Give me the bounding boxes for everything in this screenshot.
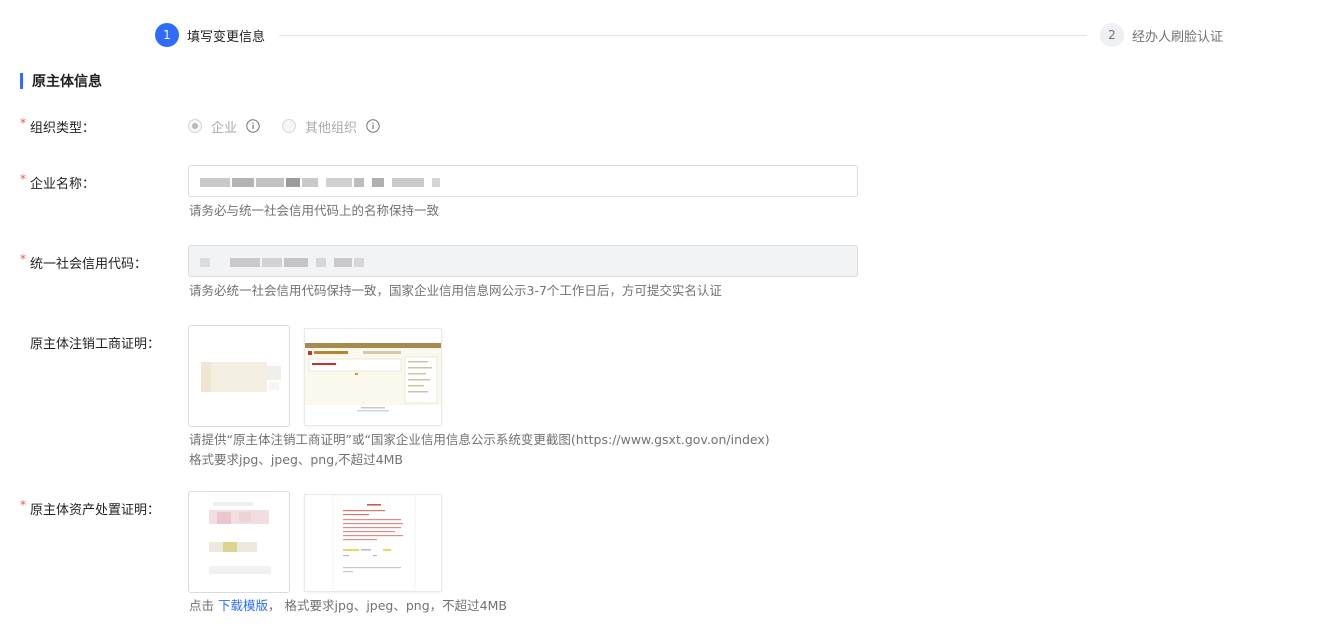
- step-connector: [279, 35, 1087, 36]
- asset-proof-label: * 原主体资产处置证明：: [20, 498, 161, 518]
- document-thumbnail-image: [201, 362, 281, 392]
- step-1-number: 1: [155, 23, 179, 47]
- asset-proof-hint: 点击 下载模版， 格式要求jpg、jpeg、png，不超过4MB: [189, 598, 507, 613]
- step-2: 2 经办人刷脸认证: [1100, 23, 1223, 47]
- info-icon[interactable]: [366, 119, 380, 133]
- radio-enterprise-label: 企业: [211, 120, 238, 136]
- document-thumbnail-image: [209, 502, 271, 574]
- asset-disposal-document-image: [305, 495, 441, 591]
- step-2-label: 经办人刷脸认证: [1132, 29, 1224, 45]
- section-title: 原主体信息: [20, 71, 102, 91]
- radio-enterprise-circle[interactable]: [188, 119, 202, 133]
- required-mark: *: [20, 252, 26, 266]
- required-mark: *: [20, 498, 26, 512]
- radio-other-org[interactable]: 其他组织: [282, 117, 380, 136]
- company-name-hint: 请务必与统一社会信用代码上的名称保持一致: [189, 203, 440, 218]
- step-1: 1 填写变更信息: [155, 23, 265, 47]
- required-mark: *: [20, 116, 26, 130]
- credit-code-hint: 请务必统一社会信用代码保持一致，国家企业信用信息网公示3-7个工作日后，方可提交…: [189, 283, 722, 298]
- org-type-radio-group: 企业 其他组织: [188, 116, 402, 136]
- cancel-proof-preview[interactable]: [305, 329, 441, 425]
- step-2-number: 2: [1100, 23, 1124, 47]
- asset-proof-thumbnail[interactable]: [188, 491, 290, 593]
- gsxt-screenshot-image: [305, 329, 441, 425]
- step-1-label: 填写变更信息: [187, 29, 266, 45]
- radio-other-org-label: 其他组织: [305, 120, 358, 136]
- info-icon[interactable]: [246, 119, 260, 133]
- redacted-text: [200, 178, 442, 187]
- download-template-link[interactable]: 下载模版: [218, 598, 268, 613]
- cancel-proof-hint: 请提供“原主体注销工商证明”或“国家企业信用信息公示系统变更截图(https:/…: [189, 432, 770, 447]
- cancel-proof-format-hint: 格式要求jpg、jpeg、png,不超过4MB: [189, 452, 403, 467]
- credit-code-input[interactable]: [188, 245, 858, 277]
- credit-code-label: * 统一社会信用代码：: [20, 252, 148, 272]
- radio-enterprise[interactable]: 企业: [188, 117, 260, 136]
- required-mark: *: [20, 172, 26, 186]
- redacted-text: [200, 258, 366, 267]
- section-title-bar: [20, 73, 23, 89]
- company-name-label: * 企业名称：: [20, 172, 96, 192]
- asset-proof-preview[interactable]: [305, 495, 441, 591]
- steps-indicator: 1 填写变更信息 2 经办人刷脸认证: [155, 23, 1255, 47]
- org-type-label: * 组织类型：: [20, 116, 96, 136]
- radio-other-org-circle[interactable]: [282, 119, 297, 133]
- company-name-input[interactable]: [188, 165, 858, 197]
- cancel-proof-thumbnail[interactable]: [188, 325, 290, 427]
- section-title-text: 原主体信息: [32, 74, 102, 90]
- cancel-proof-label: *原主体注销工商证明：: [30, 337, 161, 352]
